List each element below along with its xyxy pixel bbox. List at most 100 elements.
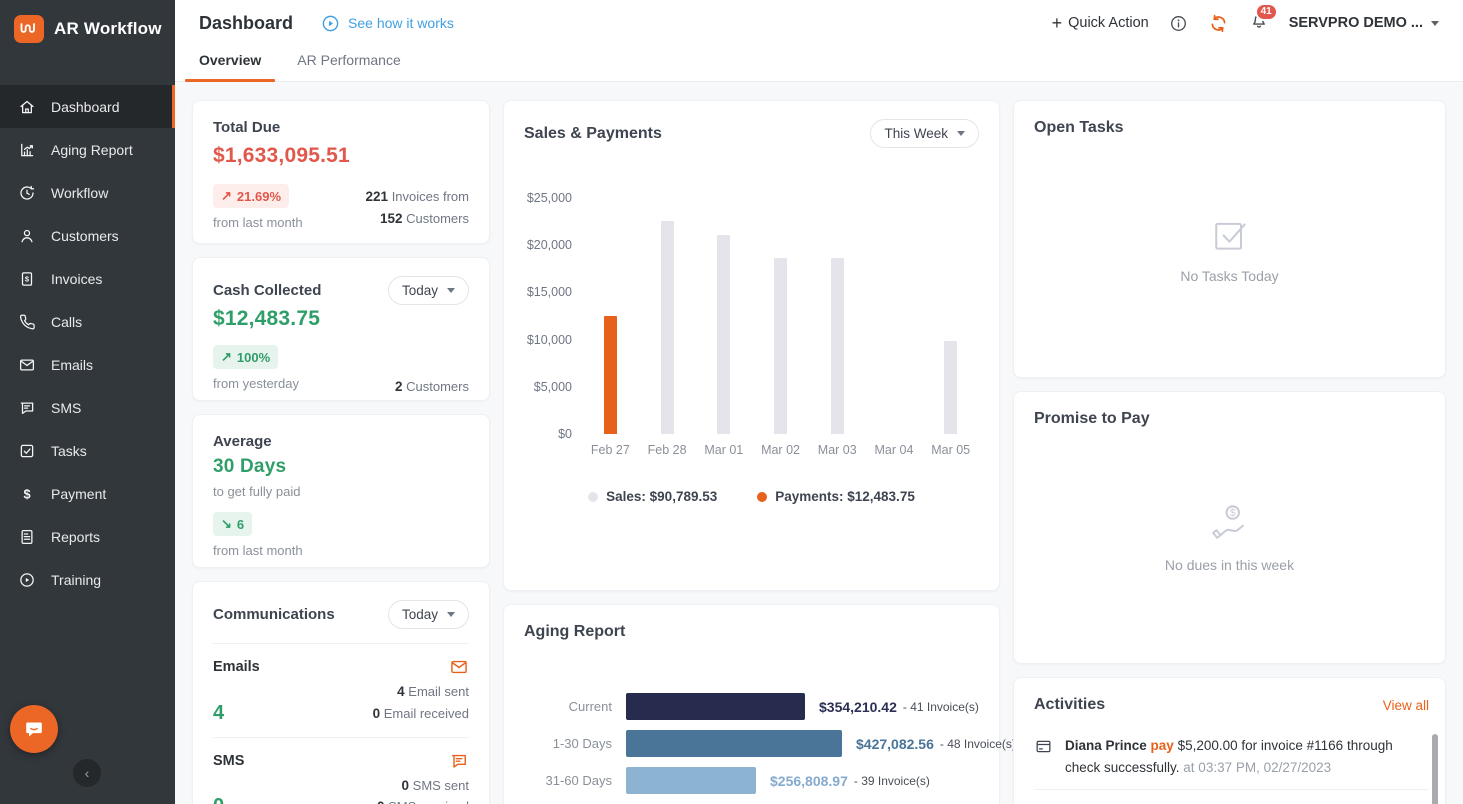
aging-bar-current[interactable] [626, 693, 805, 720]
x-tick-label: Mar 03 [809, 443, 866, 457]
communications-period-dropdown[interactable]: Today [388, 600, 469, 629]
x-tick-label: Feb 27 [582, 443, 639, 457]
invoices-icon: $ [18, 270, 36, 288]
cash-collected-change-note: from yesterday [213, 376, 299, 398]
sidebar-item-label: Aging Report [51, 142, 133, 158]
tab-ar-performance[interactable]: AR Performance [297, 52, 400, 81]
chart-bar-group-mar-04 [866, 198, 923, 434]
activity-timestamp: at 03:37 PM, 02/27/2023 [1180, 760, 1332, 775]
aging-value: $354,210.42 [819, 699, 897, 715]
activity-item[interactable]: Harry Potter pay $1,718.75 for invoice #… [1034, 790, 1429, 804]
aging-value: $256,808.97 [770, 773, 848, 789]
cash-collected-period-dropdown[interactable]: Today [388, 276, 469, 305]
sidebar-item-aging-report[interactable]: Aging Report [0, 128, 175, 171]
quick-action-button[interactable]: + Quick Action [1052, 14, 1149, 32]
account-menu[interactable]: SERVPRO DEMO ... [1289, 15, 1439, 31]
x-tick-label: Feb 28 [639, 443, 696, 457]
chart-bar-group-feb-28 [639, 198, 696, 434]
activity-item[interactable]: Diana Prince pay $5,200.00 for invoice #… [1034, 724, 1429, 790]
workflow-icon [18, 184, 36, 202]
sidebar-item-training[interactable]: Training [0, 558, 175, 601]
chat-widget-button[interactable] [10, 705, 58, 753]
sidebar-item-label: Invoices [51, 271, 102, 287]
x-tick-label: Mar 01 [695, 443, 752, 457]
sidebar-item-calls[interactable]: Calls [0, 300, 175, 343]
app-logo[interactable]: AR Workflow [0, 0, 175, 43]
sidebar-item-payment[interactable]: $Payment [0, 472, 175, 515]
aging-invoice-count: - 41 Invoice(s) [903, 700, 979, 714]
info-icon[interactable] [1169, 14, 1188, 33]
sidebar-item-reports[interactable]: Reports [0, 515, 175, 558]
communications-stats: 0 SMS sent0 SMS received [377, 775, 469, 804]
open-tasks-empty-text: No Tasks Today [1180, 268, 1278, 284]
activity-action: pay [1147, 738, 1178, 753]
notification-badge: 41 [1255, 3, 1278, 21]
sidebar-collapse-button[interactable]: ‹ [73, 759, 101, 787]
communications-count: 4 [213, 702, 224, 725]
tab-overview[interactable]: Overview [199, 52, 261, 81]
aging-report-icon [18, 141, 36, 159]
app-name: AR Workflow [54, 19, 162, 39]
sidebar-nav: Dashboard Aging Report Workflow Customers $ I… [0, 85, 175, 601]
sidebar-item-label: Workflow [51, 185, 108, 201]
sales-payments-period-dropdown[interactable]: This Week [870, 119, 979, 148]
play-circle-icon [321, 14, 340, 33]
sidebar-item-tasks[interactable]: Tasks [0, 429, 175, 472]
average-change-note: from last month [213, 543, 469, 558]
aging-bar-31-60-days[interactable] [626, 767, 756, 794]
tab-bar: Overview AR Performance [175, 46, 1463, 81]
sales-bar[interactable] [661, 221, 674, 434]
activity-customer-name: Diana Prince [1065, 738, 1147, 753]
sidebar-item-invoices[interactable]: $ Invoices [0, 257, 175, 300]
sales-bar[interactable] [944, 341, 957, 434]
main-content: Dashboard See how it works + Quick Actio… [175, 0, 1463, 804]
customers-icon [18, 227, 36, 245]
sidebar-item-emails[interactable]: Emails [0, 343, 175, 386]
sidebar-item-label: Emails [51, 357, 93, 373]
see-how-it-works-link[interactable]: See how it works [321, 14, 454, 33]
sidebar-item-workflow[interactable]: Workflow [0, 171, 175, 214]
svg-text:$: $ [1229, 508, 1235, 519]
y-tick-label: $20,000 [527, 238, 572, 252]
sync-icon[interactable] [1208, 13, 1229, 34]
trend-up-icon: ↗ [221, 188, 232, 204]
chart-bar-group-mar-02 [752, 198, 809, 434]
cash-collected-card: Cash Collected Today $12,483.75 ↗100% fr… [192, 257, 490, 401]
activities-scrollbar[interactable] [1432, 734, 1438, 804]
aging-invoice-count: - 39 Invoice(s) [854, 774, 930, 788]
trend-up-icon: ↗ [221, 349, 232, 365]
sales-bar[interactable] [831, 258, 844, 434]
sidebar-item-sms[interactable]: SMS [0, 386, 175, 429]
activities-view-all-link[interactable]: View all [1383, 698, 1429, 713]
sms-icon [449, 751, 469, 771]
sidebar: AR Workflow Dashboard Aging Report Workflo… [0, 0, 175, 804]
communications-section-label: SMS [213, 753, 244, 769]
average-card: Average 30 Days to get fully paid ↘6 fro… [192, 414, 490, 568]
y-tick-label: $10,000 [527, 333, 572, 347]
sidebar-item-dashboard[interactable]: Dashboard [0, 85, 175, 128]
cash-collected-change-badge: ↗100% [213, 345, 278, 369]
sidebar-item-label: Tasks [51, 443, 87, 459]
chevron-down-icon [1431, 21, 1439, 26]
sales-payments-title: Sales & Payments [524, 125, 662, 143]
aging-bar-1-30-days[interactable] [626, 730, 842, 757]
chart-bar-group-mar-03 [809, 198, 866, 434]
communications-card: Communications Today Emails44 Email sent… [192, 581, 490, 804]
communications-section-body: 00 SMS sent0 SMS received [213, 775, 469, 804]
see-how-it-works-label: See how it works [348, 15, 454, 31]
tasks-empty-icon [1208, 212, 1252, 256]
credit-card-icon [1034, 737, 1053, 756]
sidebar-item-customers[interactable]: Customers [0, 214, 175, 257]
notifications-button[interactable]: 41 [1249, 11, 1269, 36]
sales-bar[interactable] [717, 235, 730, 434]
sales-bar[interactable] [774, 258, 787, 434]
promise-to-pay-card: Promise to Pay $ No dues in this week [1013, 391, 1446, 664]
sidebar-item-label: Training [51, 572, 101, 588]
hand-coin-icon: $ [1208, 501, 1252, 545]
total-due-card: Total Due $1,633,095.51 ↗21.69% from las… [192, 100, 490, 244]
legend-dot-payments [757, 492, 767, 502]
sidebar-item-label: Payment [51, 486, 106, 502]
chart-y-axis: $25,000$20,000$15,000$10,000$5,000$0 [524, 198, 582, 434]
quick-action-label: Quick Action [1068, 15, 1149, 31]
payments-bar[interactable] [604, 316, 617, 434]
